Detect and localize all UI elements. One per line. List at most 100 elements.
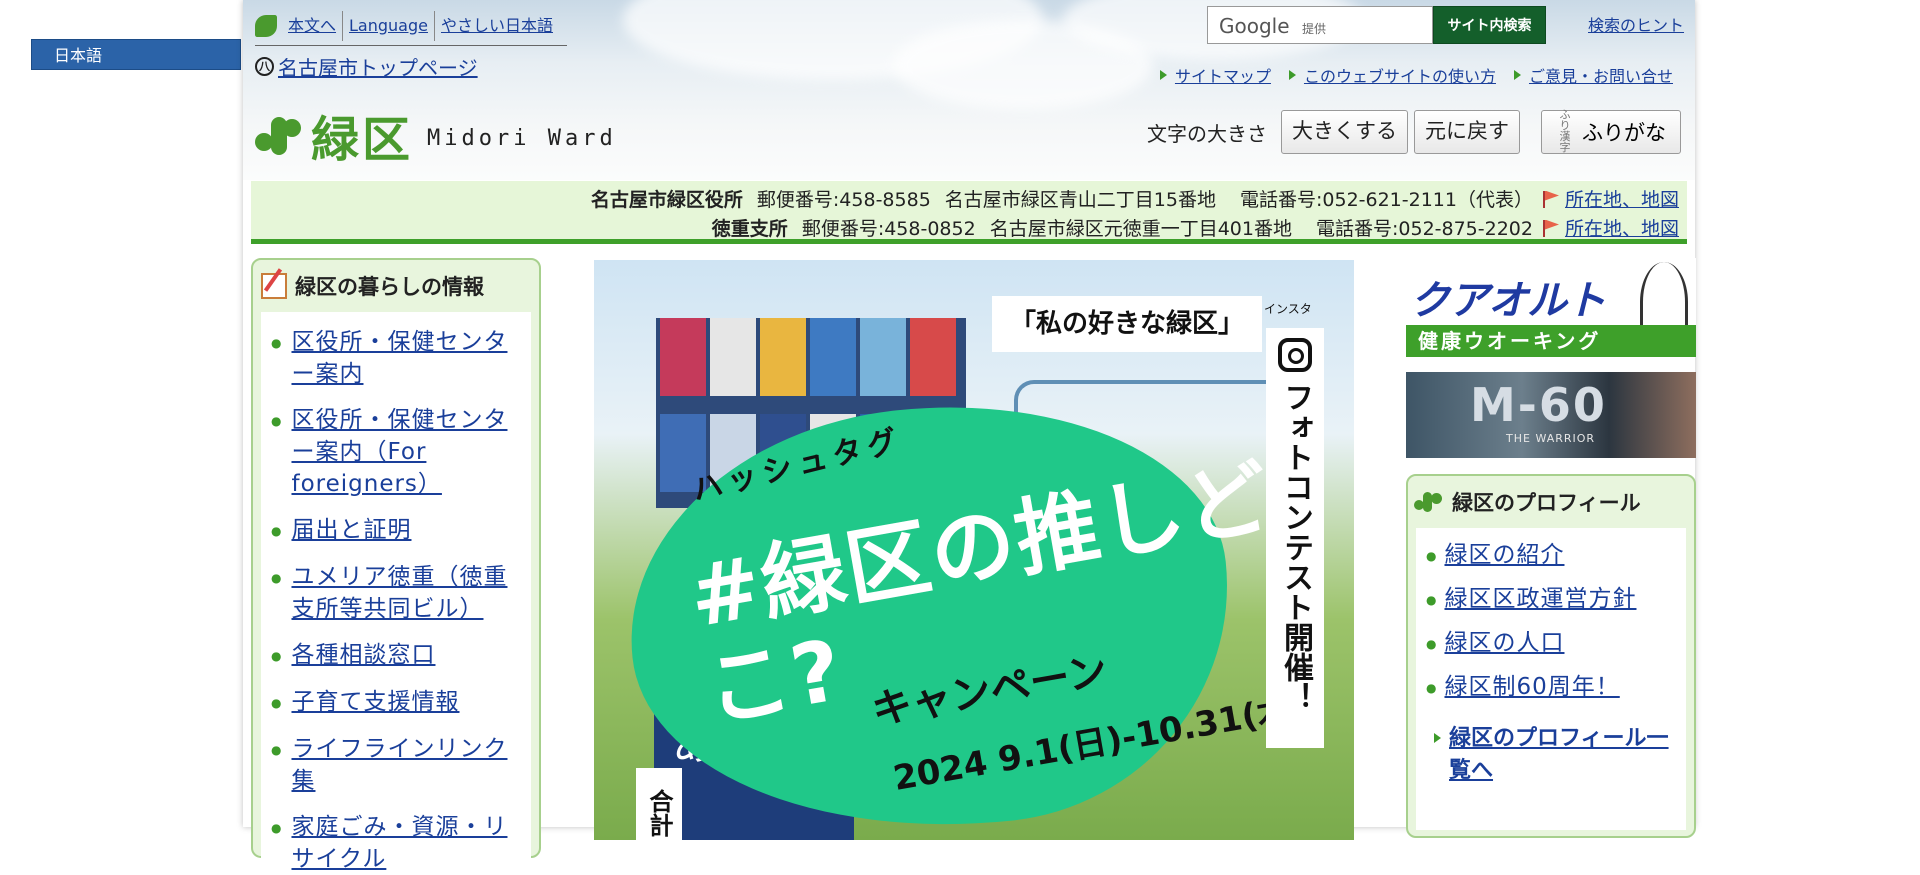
furigana-button[interactable]: ふり 漢字 ふりがな xyxy=(1541,110,1681,154)
profile-item: ● 緑区区政運営方針 xyxy=(1426,586,1676,613)
site-logo[interactable]: 緑区 Midori Ward xyxy=(253,100,617,170)
profile-link-population[interactable]: 緑区の人口 xyxy=(1444,630,1564,657)
search-hint-link[interactable]: 検索のヒント xyxy=(1588,12,1684,36)
easy-japanese-link[interactable]: やさしい日本語 xyxy=(435,11,559,41)
page-container: 本文へ Language やさしい日本語 八 名古屋市トップページ 緑区 Mid… xyxy=(243,0,1696,872)
profile-item: ● 緑区制60周年！ xyxy=(1426,674,1676,701)
skip-links: 本文へ Language やさしい日本語 xyxy=(255,6,567,46)
banner-insta-label: インスタ xyxy=(1264,302,1312,316)
branch-street: 名古屋市緑区元徳重一丁目401番地 xyxy=(989,218,1292,240)
bullet-icon: ● xyxy=(271,696,282,710)
profile-link-60th[interactable]: 緑区制60周年！ xyxy=(1444,674,1619,701)
bullet-icon: ● xyxy=(271,649,282,663)
office-phone: 電話番号:052-621-2111（代表） xyxy=(1239,189,1533,211)
branch-address-row: 徳重支所 郵便番号:458-0852 名古屋市緑区元徳重一丁目401番地 電話番… xyxy=(712,214,1679,241)
nagoya-emblem-icon: 八 xyxy=(255,57,274,76)
midori-logo-mark-icon xyxy=(253,111,303,159)
arrow-right-icon xyxy=(1288,70,1296,80)
sidebar-link-yumeria[interactable]: ユメリア徳重（徳重支所等共同ビル） xyxy=(291,561,525,625)
photo-contest-banner[interactable]: ありま ハッシュタグ #緑区の推しどこ? キャンペーン 2024 9.1(日)-… xyxy=(594,260,1354,840)
m60-title: M-60 xyxy=(1470,378,1607,432)
kurort-subtitle: 健康ウオーキング xyxy=(1406,325,1696,357)
profile-more: 緑区のプロフィール一覧へ xyxy=(1426,723,1676,787)
kurort-title: クアオルト xyxy=(1410,278,1606,324)
branch-map-link[interactable]: 所在地、地図 xyxy=(1565,214,1679,241)
bullet-icon: ● xyxy=(1426,593,1437,607)
sidebar-item: ● 各種相談窓口 xyxy=(271,639,525,672)
language-selector[interactable]: 日本語 xyxy=(31,39,241,70)
sidebar-link-consultation[interactable]: 各種相談窓口 xyxy=(291,639,435,672)
sidebar-link-childcare[interactable]: 子育て支援情報 xyxy=(291,686,459,719)
branch-name: 徳重支所 xyxy=(711,218,788,240)
furigana-icon: ふり 漢字 xyxy=(1559,109,1571,154)
office-postal: 郵便番号:458-8585 xyxy=(756,189,931,211)
profile-link-intro[interactable]: 緑区の紹介 xyxy=(1444,542,1564,569)
sitemap-link[interactable]: サイトマップ xyxy=(1175,63,1271,87)
sidebar-item: ● ユメリア徳重（徳重支所等共同ビル） xyxy=(271,561,525,625)
sidebar-link-ward-office[interactable]: 区役所・保健センター案内 xyxy=(291,326,525,390)
sidebar-item: ● 区役所・保健センター案内（For foreigners） xyxy=(271,404,525,500)
branch-phone: 電話番号:052-875-2202 xyxy=(1315,218,1533,240)
m60-subtitle: THE WARRIOR xyxy=(1506,432,1596,445)
furigana-label: ふりがな xyxy=(1582,122,1666,145)
banner-box-title: 「私の好きな緑区」 xyxy=(992,296,1262,352)
sidebar-link-lifeline[interactable]: ライフラインリンク集 xyxy=(291,733,525,797)
skip-to-content-link[interactable]: 本文へ xyxy=(282,10,344,41)
contact-link[interactable]: ご意見・お問い合せ xyxy=(1529,63,1673,87)
logo-kanji: 緑区 xyxy=(311,112,414,168)
bullet-icon: ● xyxy=(1426,681,1437,695)
sidebar-link-garbage[interactable]: 家庭ごみ・資源・リサイクル xyxy=(291,811,525,875)
how-to-use-link[interactable]: このウェブサイトの使い方 xyxy=(1304,63,1496,87)
bullet-icon: ● xyxy=(271,571,282,585)
font-size-label: 文字の大きさ xyxy=(1147,121,1267,146)
nagoya-top-link-wrapper: 八 名古屋市トップページ xyxy=(255,52,478,81)
pencil-note-icon xyxy=(261,273,287,299)
howto-item: このウェブサイトの使い方 xyxy=(1288,63,1496,87)
profile-list-link[interactable]: 緑区のプロフィール一覧へ xyxy=(1449,723,1676,787)
profile-item: ● 緑区の人口 xyxy=(1426,630,1676,657)
office-map-link[interactable]: 所在地、地図 xyxy=(1565,185,1679,212)
sidebar-link-ward-office-foreigners[interactable]: 区役所・保健センター案内（For foreigners） xyxy=(291,404,525,500)
sidebar-item: ● 家庭ごみ・資源・リサイクル xyxy=(271,811,525,875)
logo-roman: Midori Ward xyxy=(427,125,617,151)
sidebar-list: ● 区役所・保健センター案内 ● 区役所・保健センター案内（For foreigne… xyxy=(261,312,531,872)
banner-total-label: 合計 xyxy=(636,768,682,840)
office-address-row: 名古屋市緑区役所 郵便番号:458-8585 名古屋市緑区青山二丁目15番地 電… xyxy=(591,185,1679,212)
profile-list: ● 緑区の紹介 ● 緑区区政運営方針 ● 緑区の人口 ● 緑区制60周年！ 緑区のプロフ… xyxy=(1416,528,1686,830)
midori-logo-mark-icon xyxy=(1414,490,1444,514)
profile-heading: 緑区のプロフィール xyxy=(1408,476,1694,528)
sidebar-item: ● ライフラインリンク集 xyxy=(271,733,525,797)
font-size-controls: 文字の大きさ 大きくする 元に戻す xyxy=(1147,110,1520,154)
bullet-icon: ● xyxy=(271,524,282,538)
office-name: 名古屋市緑区役所 xyxy=(590,189,743,211)
site-search-button[interactable]: サイト内検索 xyxy=(1433,6,1546,44)
bullet-icon: ● xyxy=(271,821,282,835)
bullet-icon: ● xyxy=(271,336,282,350)
site-header: 本文へ Language やさしい日本語 八 名古屋市トップページ 緑区 Mid… xyxy=(243,0,1695,180)
nagoya-top-link[interactable]: 名古屋市トップページ xyxy=(278,52,478,81)
kurort-walking-banner[interactable]: クアオルト 健康ウオーキング xyxy=(1406,258,1696,357)
sidebar-item: ● 子育て支援情報 xyxy=(271,686,525,719)
m60-banner[interactable]: M-60 THE WARRIOR xyxy=(1406,372,1696,458)
bullet-icon: ● xyxy=(1426,637,1437,651)
bullet-icon: ● xyxy=(271,743,282,757)
living-info-sidebar: 緑区の暮らしの情報 ● 区役所・保健センター案内 ● 区役所・保健センター案内（Fo… xyxy=(251,258,541,872)
language-link[interactable]: Language xyxy=(343,10,435,41)
font-reset-button[interactable]: 元に戻す xyxy=(1414,110,1520,154)
sidebar-item: ● 区役所・保健センター案内 xyxy=(271,326,525,390)
instagram-icon xyxy=(1278,338,1312,372)
branch-postal: 郵便番号:458-0852 xyxy=(801,218,976,240)
arrow-right-icon xyxy=(1434,733,1441,743)
bullet-icon: ● xyxy=(271,414,282,428)
arrow-right-icon xyxy=(1513,70,1521,80)
font-bigger-button[interactable]: 大きくする xyxy=(1281,110,1408,154)
banner-vertical-panel: フォトコンテスト開催！ xyxy=(1266,328,1324,748)
profile-link-policy[interactable]: 緑区区政運営方針 xyxy=(1444,586,1636,613)
utility-nav: サイトマップ このウェブサイトの使い方 ご意見・お問い合せ xyxy=(1159,63,1673,87)
ward-profile-box: 緑区のプロフィール ● 緑区の紹介 ● 緑区区政運営方針 ● 緑区の人口 ● 緑区制60… xyxy=(1406,474,1696,838)
profile-title: 緑区のプロフィール xyxy=(1452,491,1641,515)
sidebar-link-notifications[interactable]: 届出と証明 xyxy=(291,514,411,547)
sitemap-item: サイトマップ xyxy=(1159,63,1271,87)
search-input[interactable] xyxy=(1207,6,1433,44)
sidebar-title: 緑区の暮らしの情報 xyxy=(295,275,484,299)
